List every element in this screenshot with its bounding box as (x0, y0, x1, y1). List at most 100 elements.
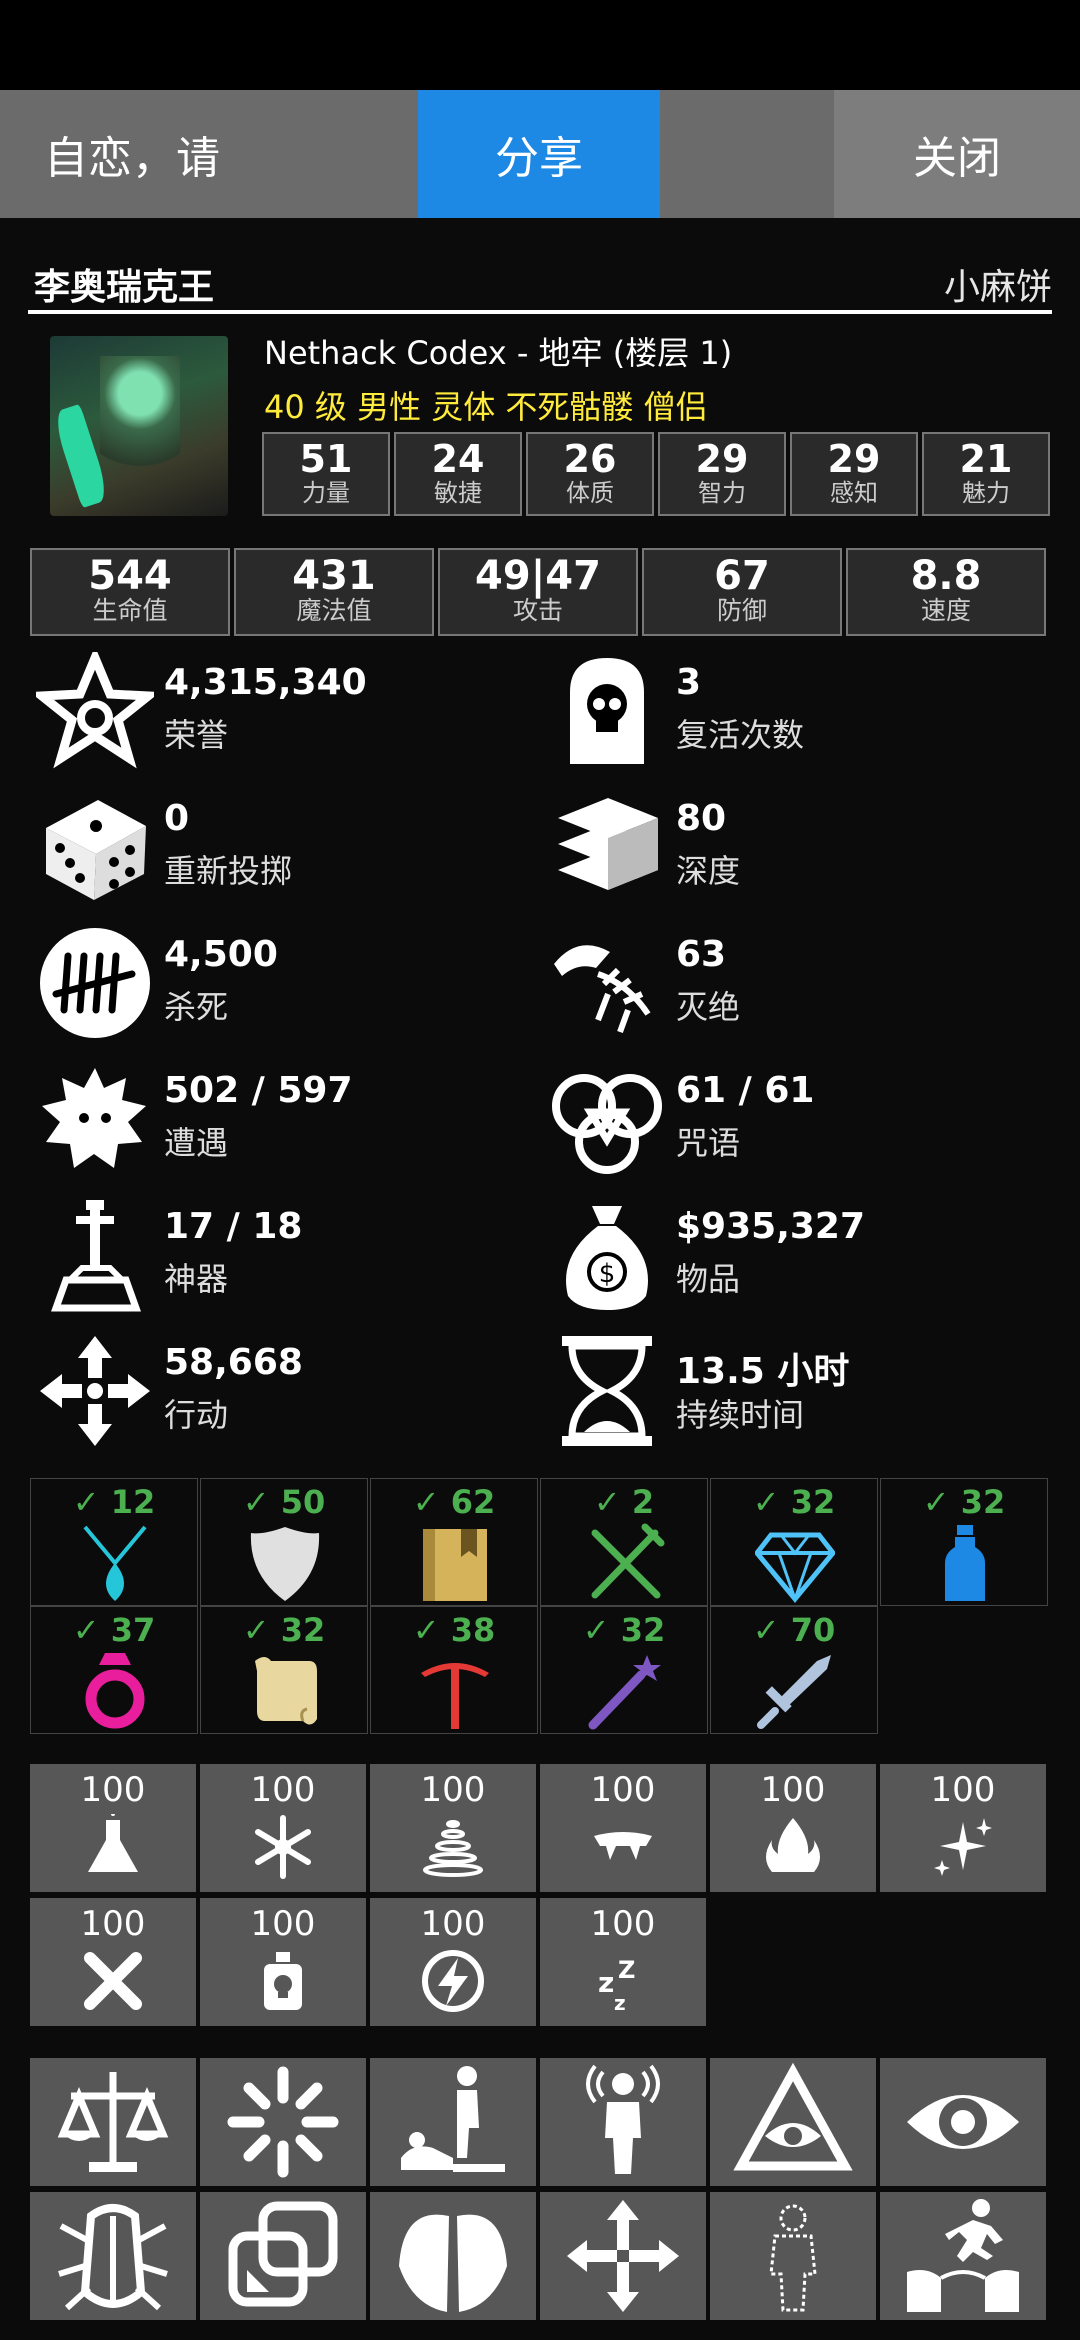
attribute-value: 51 (299, 437, 353, 481)
resistance-cell[interactable]: 100 (30, 1764, 196, 1892)
intrinsic-cell[interactable] (370, 2058, 536, 2186)
record-label: 重新投掷 (164, 852, 293, 890)
intrinsics-grid (30, 2058, 1050, 2326)
attribute-box: 24 敏捷 (394, 432, 522, 516)
attribute-value: 21 (959, 437, 1013, 481)
svg-text:$: $ (599, 1259, 616, 1289)
resistance-cell[interactable]: 100 (200, 1764, 366, 1892)
stoned-figures-icon (401, 2066, 505, 2172)
svg-text:z: z (598, 1966, 614, 1999)
intrinsic-cell[interactable] (710, 2058, 876, 2186)
close-button[interactable]: 关闭 (834, 90, 1080, 218)
sword-icon (757, 1655, 831, 1729)
record-label: 神器 (164, 1260, 229, 1298)
gem-icon (755, 1532, 835, 1603)
item-category-cell[interactable]: ✓ 32 (540, 1606, 708, 1734)
vital-label: 攻击 (512, 596, 563, 625)
intrinsic-cell[interactable] (30, 2058, 196, 2186)
intrinsic-cell[interactable] (710, 2192, 876, 2320)
eye-icon (907, 2095, 1019, 2149)
intrinsic-cell[interactable] (880, 2058, 1046, 2186)
item-category-cell[interactable]: ✓ 32 (880, 1478, 1048, 1606)
attribute-value: 29 (695, 437, 749, 481)
item-count: ✓ 32 (752, 1483, 836, 1521)
item-category-cell[interactable]: ✓ 37 (30, 1606, 198, 1734)
header-divider (28, 310, 1052, 314)
record-value: 63 (676, 934, 727, 975)
shield-icon (250, 1527, 320, 1601)
intrinsic-cell[interactable] (540, 2058, 706, 2186)
resistance-value: 100 (590, 1770, 656, 1810)
triquetra-icon (552, 1074, 662, 1174)
item-count: ✓ 12 (72, 1483, 156, 1521)
record-value: 502 / 597 (164, 1070, 353, 1111)
resistance-cell[interactable]: 100 (540, 1764, 706, 1892)
resistance-cell[interactable]: 100 (370, 1898, 536, 2026)
attribute-box: 29 智力 (658, 432, 786, 516)
intrinsic-cell[interactable] (200, 2192, 366, 2320)
intrinsic-cell[interactable] (370, 2192, 536, 2320)
resistance-cell[interactable]: 100 (200, 1898, 366, 2026)
character-header: 李奥瑞克王 小麻饼 (34, 254, 1052, 314)
tally-icon (40, 928, 150, 1038)
narcissism-button[interactable]: 自恋，请 (0, 90, 418, 218)
item-category-cell[interactable]: ✓ 32 (710, 1478, 878, 1606)
record-items: $ $935,327 物品 (548, 1196, 1028, 1316)
poison-bottle-icon (264, 1952, 302, 2010)
record-value: 17 / 18 (164, 1206, 303, 1247)
lightning-icon (422, 1950, 484, 2012)
svg-text:Z: Z (618, 1956, 635, 1984)
resistance-value: 100 (590, 1904, 656, 1944)
wand-icon (588, 1655, 661, 1730)
tornado-icon (423, 1820, 483, 1877)
record-spells: 61 / 61 咒语 (548, 1060, 1028, 1180)
vital-value: 67 (714, 553, 770, 599)
attribute-label: 感知 (830, 479, 878, 507)
amulet-icon (83, 1525, 147, 1601)
item-category-cell[interactable]: ✓ 50 (200, 1478, 368, 1606)
item-category-cell[interactable]: ✓ 70 (710, 1606, 878, 1734)
record-artifacts: 17 / 18 神器 (36, 1196, 516, 1316)
resistance-cell[interactable]: 100 zZz (540, 1898, 706, 2026)
eye-pyramid-icon (733, 2062, 853, 2171)
narcissism-label: 自恋，请 (44, 133, 220, 184)
pickaxe-icon (421, 1663, 489, 1729)
item-count: ✓ 70 (752, 1611, 836, 1649)
resistance-cell[interactable]: 100 (370, 1764, 536, 1892)
item-category-cell[interactable]: ✓ 12 (30, 1478, 198, 1606)
record-label: 遭遇 (164, 1124, 229, 1162)
resistance-cell[interactable]: 100 (880, 1764, 1046, 1892)
attribute-label: 敏捷 (434, 479, 482, 507)
intrinsic-cell[interactable] (30, 2192, 196, 2320)
vital-box: 67 防御 (642, 548, 842, 636)
resistance-value: 100 (930, 1770, 996, 1810)
item-category-cell[interactable]: ✓ 32 (200, 1606, 368, 1734)
jumping-figure-icon (907, 2199, 1019, 2312)
stairs-icon (558, 798, 658, 890)
record-value: $935,327 (676, 1206, 866, 1247)
svg-text:z: z (614, 1991, 626, 2014)
record-duration: 13.5 小时 持续时间 (548, 1332, 1028, 1452)
hourglass-icon (562, 1336, 652, 1446)
top-action-bar: 自恋，请 分享 关闭 (0, 90, 1080, 218)
intrinsic-cell[interactable] (540, 2192, 706, 2320)
resistance-cell[interactable]: 100 (30, 1898, 196, 2026)
overlap-squares-icon (228, 2201, 338, 2307)
record-value: 4,315,340 (164, 662, 367, 703)
attribute-row: 51 力量 24 敏捷 26 体质 29 智力 29 感知 21 魅力 (262, 432, 1054, 516)
fork-knife-icon (591, 1523, 665, 1599)
record-value: 3 (676, 662, 702, 703)
item-category-cell[interactable]: ✓ 38 (370, 1606, 538, 1734)
intrinsic-cell[interactable] (880, 2192, 1046, 2320)
record-honor: 4,315,340 荣誉 (36, 652, 516, 772)
intrinsic-cell[interactable] (200, 2058, 366, 2186)
record-value: 13.5 小时 (676, 1351, 850, 1392)
monster-icon (42, 1068, 146, 1168)
item-category-cell[interactable]: ✓ 62 (370, 1478, 538, 1606)
resistance-cell[interactable]: 100 (710, 1764, 876, 1892)
spellbook-icon (423, 1529, 487, 1601)
share-button[interactable]: 分享 (418, 90, 660, 218)
character-name: 李奥瑞克王 (34, 267, 215, 308)
resistance-value: 100 (80, 1770, 146, 1810)
item-category-cell[interactable]: ✓ 2 (540, 1478, 708, 1606)
